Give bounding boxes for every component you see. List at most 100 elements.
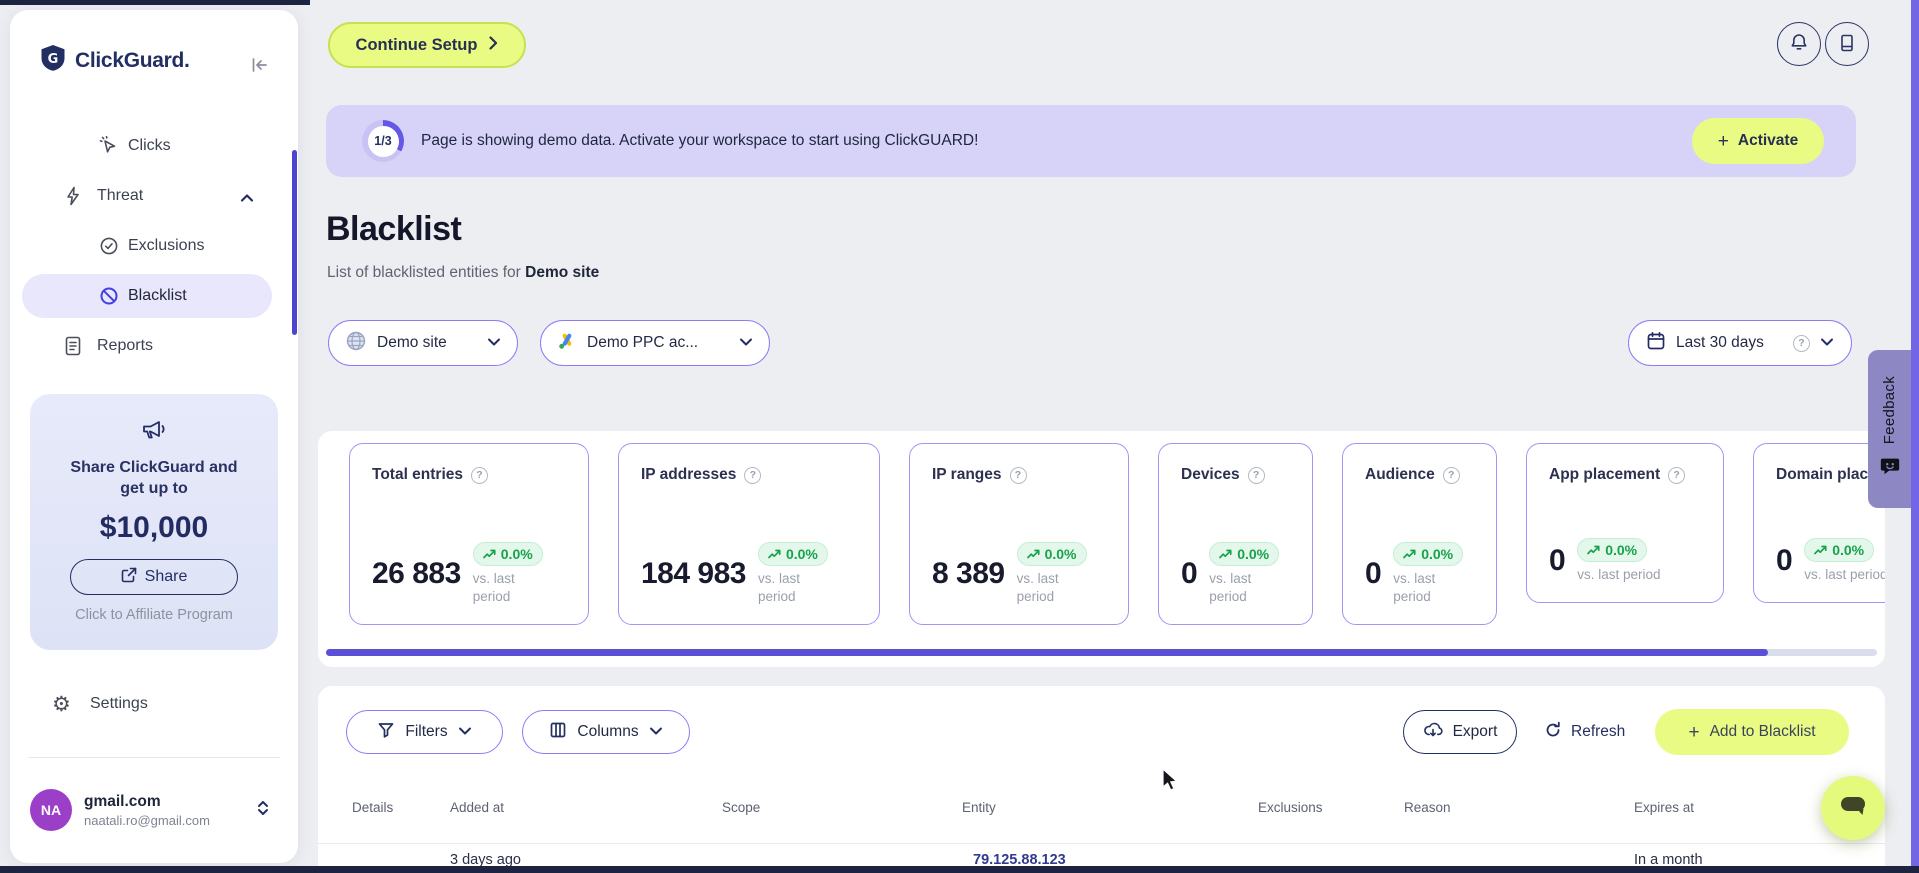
sidebar-item-settings[interactable]: ⚙ Settings: [22, 682, 272, 726]
stat-caption: vs. last period: [472, 570, 515, 604]
stat-value: 0: [1549, 543, 1566, 577]
affiliate-promo-card[interactable]: Share ClickGuard and get up to $10,000 S…: [30, 394, 278, 650]
refresh-button[interactable]: Refresh: [1544, 710, 1625, 754]
filter-funnel-icon: [377, 721, 395, 744]
stat-value: 184 983: [641, 556, 746, 590]
sidebar-divider: [28, 757, 280, 758]
sidebar-item-label: Reports: [97, 337, 154, 354]
cursor-click-icon: [98, 135, 120, 157]
sidebar-item-label: Blacklist: [128, 287, 187, 304]
filters-button[interactable]: Filters: [346, 710, 503, 754]
column-header-reason[interactable]: Reason: [1404, 800, 1451, 815]
workspace-switcher[interactable]: NA gmail.com naatali.ro@gmail.com: [30, 782, 278, 838]
chevron-down-icon: [649, 723, 663, 741]
date-range-value: Last 30 days: [1676, 334, 1764, 351]
stat-label: IP ranges: [932, 466, 1002, 483]
help-icon[interactable]: ?: [1009, 466, 1027, 484]
sidebar-item-reports[interactable]: Reports: [22, 324, 272, 368]
gear-icon: ⚙: [52, 692, 71, 716]
chevron-down-icon: [739, 334, 753, 352]
help-icon[interactable]: ?: [1442, 466, 1460, 484]
stat-card-app-placement: App placement? 0 0.0% vs. last period: [1526, 443, 1724, 603]
cards-horizontal-scrollbar[interactable]: [326, 649, 1877, 656]
stat-caption: vs. last period: [1209, 570, 1252, 604]
window-bottom-edge: [0, 866, 1919, 873]
site-selector[interactable]: Demo site: [328, 320, 518, 366]
globe-icon: [345, 330, 367, 357]
chat-widget-button[interactable]: [1821, 776, 1885, 840]
stat-caption: vs. last period: [1393, 570, 1436, 604]
brand-logo[interactable]: G ClickGuard.: [40, 44, 190, 77]
trend-up-icon: [1587, 542, 1600, 558]
stat-value: 26 883: [372, 556, 461, 590]
add-to-blacklist-button[interactable]: + Add to Blacklist: [1655, 709, 1849, 755]
feedback-tab[interactable]: Feedback: [1868, 350, 1911, 508]
window-top-edge: [0, 0, 310, 5]
column-header-exclusions[interactable]: Exclusions: [1258, 800, 1323, 815]
stat-value: 0: [1365, 556, 1382, 590]
megaphone-icon: [140, 421, 168, 446]
promo-caption: Click to Affiliate Program: [75, 607, 233, 624]
export-button[interactable]: Export: [1403, 710, 1517, 754]
stat-caption: vs. last period: [1577, 566, 1661, 582]
page-subtitle-text: List of blacklisted entities for: [327, 264, 521, 281]
refresh-label: Refresh: [1571, 723, 1626, 740]
sidebar-scrollbar-thumb[interactable]: [292, 150, 297, 335]
trend-up-icon: [1403, 546, 1416, 562]
sidebar: G ClickGuard. Clicks Threat Exclusions B…: [10, 10, 298, 863]
column-header-details[interactable]: Details: [352, 800, 393, 815]
stat-label: Total entries: [372, 466, 464, 483]
activate-label: Activate: [1737, 132, 1799, 149]
ppc-account-value: Demo PPC ac...: [587, 334, 699, 351]
column-header-entity[interactable]: Entity: [962, 800, 996, 815]
activate-button[interactable]: + Activate: [1692, 118, 1824, 164]
plus-icon: +: [1717, 130, 1729, 152]
cards-horizontal-scrollbar-thumb[interactable]: [326, 649, 1768, 656]
continue-setup-button[interactable]: Continue Setup: [328, 22, 526, 68]
add-to-blacklist-label: Add to Blacklist: [1709, 723, 1816, 740]
export-label: Export: [1452, 723, 1498, 740]
sidebar-item-label: Exclusions: [128, 237, 205, 254]
filters-label: Filters: [405, 723, 448, 740]
help-icon[interactable]: ?: [1668, 466, 1686, 484]
columns-button[interactable]: Columns: [522, 710, 690, 754]
setup-progress-value: 1/3: [367, 125, 399, 157]
site-selector-value: Demo site: [377, 334, 447, 351]
docs-button[interactable]: [1825, 22, 1869, 66]
sidebar-item-blacklist[interactable]: Blacklist: [22, 274, 272, 318]
setup-progress-ring: 1/3: [362, 120, 404, 162]
page-subtitle-site: Demo site: [525, 264, 600, 281]
column-header-scope[interactable]: Scope: [722, 800, 760, 815]
page-vertical-scrollbar[interactable]: [1911, 0, 1919, 873]
shield-logo-icon: G: [40, 44, 66, 77]
notifications-button[interactable]: [1777, 22, 1821, 66]
sidebar-item-threat[interactable]: Threat: [22, 174, 272, 218]
promo-title: Share ClickGuard and get up to: [70, 459, 238, 498]
blacklist-table-panel: Filters Columns Export Refresh + Add to …: [318, 686, 1885, 873]
feedback-label: Feedback: [1881, 376, 1898, 445]
sidebar-item-exclusions[interactable]: Exclusions: [22, 224, 272, 268]
stat-change: 0.0%: [1237, 545, 1270, 562]
google-ads-icon: [557, 331, 577, 356]
trend-up-icon: [1814, 542, 1827, 558]
help-icon[interactable]: ?: [744, 466, 762, 484]
help-icon[interactable]: ?: [471, 466, 489, 484]
chevron-down-icon: [1820, 334, 1834, 352]
stat-caption: vs. last period: [757, 570, 800, 604]
ppc-account-selector[interactable]: Demo PPC ac...: [540, 320, 770, 366]
workspace-name: gmail.com: [84, 792, 161, 810]
sidebar-item-clicks[interactable]: Clicks: [22, 124, 272, 168]
column-header-expires-at[interactable]: Expires at: [1634, 800, 1694, 815]
help-icon[interactable]: ?: [1793, 334, 1810, 352]
stat-value: 0: [1181, 556, 1198, 590]
sidebar-collapse-icon[interactable]: [246, 52, 272, 78]
select-chevrons-icon: [256, 799, 270, 822]
columns-label: Columns: [577, 723, 639, 740]
date-range-selector[interactable]: Last 30 days ?: [1628, 320, 1852, 366]
share-button[interactable]: Share: [70, 559, 238, 596]
sidebar-item-label: Threat: [97, 187, 144, 204]
settings-label: Settings: [90, 695, 148, 712]
column-header-added-at[interactable]: Added at: [450, 800, 504, 815]
trend-up-icon: [1026, 546, 1040, 562]
help-icon[interactable]: ?: [1247, 466, 1265, 484]
